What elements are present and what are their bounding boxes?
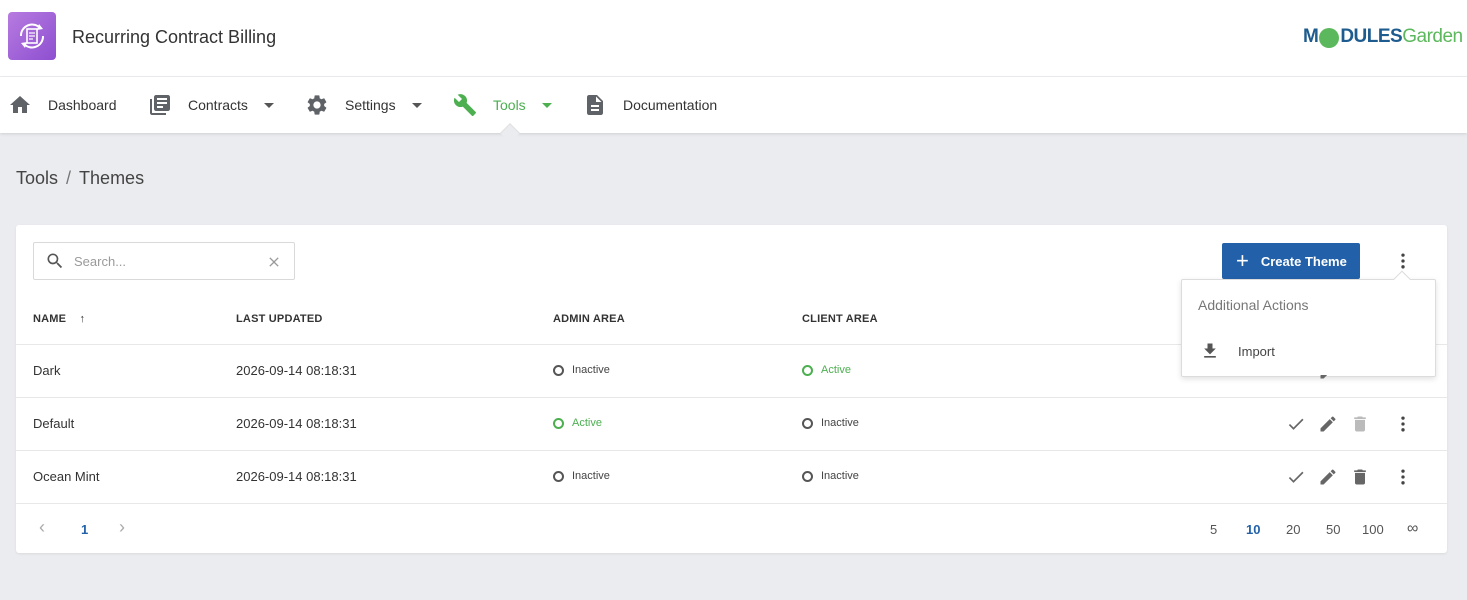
breadcrumb-current: Themes xyxy=(79,168,145,188)
gear-icon xyxy=(305,93,329,117)
client-area-status: Inactive xyxy=(802,417,859,429)
nav-contracts-label: Contracts xyxy=(188,97,248,113)
app-header: Recurring Contract Billing M DULES Garde… xyxy=(0,0,1467,77)
last-updated: 2026-09-14 08:18:31 xyxy=(236,416,357,431)
status-text: Active xyxy=(821,364,851,376)
status-circle-icon xyxy=(802,417,813,429)
search-input[interactable] xyxy=(74,253,254,269)
nav-contracts[interactable]: Contracts xyxy=(148,77,274,133)
import-label: Import xyxy=(1238,343,1275,359)
search-icon xyxy=(47,253,63,269)
page-size-5[interactable]: 5 xyxy=(1210,522,1217,537)
chevron-down-icon xyxy=(411,102,422,108)
pagination-bar: ‹ 1 › 5 10 20 50 100 ∞ xyxy=(16,503,1447,553)
brand-text-dules: DULES xyxy=(1340,26,1403,47)
status-circle-icon xyxy=(802,364,813,376)
sort-ascending-icon: ↑ xyxy=(79,313,86,325)
nav-tools-label: Tools xyxy=(493,97,526,113)
status-text: Inactive xyxy=(821,470,859,482)
status-text: Inactive xyxy=(572,364,610,376)
activate-check-icon[interactable] xyxy=(1286,414,1306,434)
more-actions-icon[interactable] xyxy=(1393,251,1413,271)
status-circle-icon xyxy=(553,470,564,482)
activate-check-icon[interactable] xyxy=(1286,467,1306,487)
edit-pencil-icon[interactable] xyxy=(1318,414,1338,434)
nav-settings-label: Settings xyxy=(345,97,396,113)
app-title: Recurring Contract Billing xyxy=(72,27,277,47)
page-size-50[interactable]: 50 xyxy=(1326,522,1340,537)
column-header-name-label: NAME xyxy=(33,313,67,325)
page-size-100[interactable]: 100 xyxy=(1362,522,1384,537)
last-updated: 2026-09-14 08:18:31 xyxy=(236,363,357,378)
status-text: Inactive xyxy=(572,470,610,482)
delete-trash-icon[interactable] xyxy=(1350,414,1370,434)
last-updated: 2026-09-14 08:18:31 xyxy=(236,469,357,484)
column-header-name[interactable]: NAME ↑ xyxy=(33,313,85,325)
clear-search-icon[interactable] xyxy=(266,254,282,270)
column-header-client-area[interactable]: CLIENT AREA xyxy=(802,313,878,325)
contracts-icon xyxy=(148,93,172,117)
client-area-status: Inactive xyxy=(802,470,859,482)
table-row: Default 2026-09-14 08:18:31 Active Inact… xyxy=(16,397,1447,450)
brand-letter: M xyxy=(1303,26,1319,47)
next-page-icon[interactable]: › xyxy=(119,517,125,538)
main-nav: Dashboard Contracts Settings Tools Docum… xyxy=(0,77,1467,133)
nav-documentation-label: Documentation xyxy=(623,97,718,113)
themes-card: + Create Theme NAME ↑ LAST UPDATED ADMIN… xyxy=(16,225,1447,553)
page-size-all[interactable]: ∞ xyxy=(1407,520,1418,538)
prev-page-icon[interactable]: ‹ xyxy=(39,517,45,538)
page-size-20[interactable]: 20 xyxy=(1286,522,1300,537)
import-menu-item[interactable]: Import xyxy=(1182,336,1435,366)
brand-globe-icon xyxy=(1319,28,1340,48)
status-circle-icon xyxy=(553,417,564,429)
column-header-admin-area[interactable]: ADMIN AREA xyxy=(553,313,625,325)
status-text: Inactive xyxy=(821,417,859,429)
theme-name: Default xyxy=(33,416,75,431)
admin-area-status: Inactive xyxy=(553,364,610,376)
chevron-down-icon xyxy=(263,102,274,108)
page-size-10[interactable]: 10 xyxy=(1246,522,1260,537)
nav-settings[interactable]: Settings xyxy=(305,77,422,133)
breadcrumb-separator: / xyxy=(66,168,72,188)
app-logo-icon xyxy=(8,12,56,60)
search-box xyxy=(33,242,295,280)
document-icon xyxy=(583,93,607,117)
wrench-icon xyxy=(453,93,477,117)
additional-actions-dropdown: Additional Actions Import xyxy=(1181,270,1436,377)
modulesgarden-logo[interactable]: M DULES Garden xyxy=(1303,24,1463,50)
theme-name: Ocean Mint xyxy=(33,469,100,484)
table-row: Ocean Mint 2026-09-14 08:18:31 Inactive … xyxy=(16,450,1447,503)
client-area-status: Active xyxy=(802,364,851,376)
status-circle-icon xyxy=(802,470,813,482)
dropdown-title: Additional Actions xyxy=(1198,297,1309,313)
column-header-last-updated[interactable]: LAST UPDATED xyxy=(236,313,323,325)
create-theme-button[interactable]: + Create Theme xyxy=(1222,243,1360,279)
download-icon xyxy=(1204,343,1216,358)
brand-text-garden: Garden xyxy=(1402,26,1463,47)
home-icon xyxy=(8,93,32,117)
create-theme-label: Create Theme xyxy=(1260,253,1347,269)
nav-documentation[interactable]: Documentation xyxy=(583,77,717,133)
chevron-down-icon xyxy=(541,102,552,108)
status-text: Active xyxy=(572,417,602,429)
admin-area-status: Inactive xyxy=(553,470,610,482)
nav-dashboard-label: Dashboard xyxy=(48,97,117,113)
breadcrumb: Tools / Themes xyxy=(16,168,144,189)
nav-dashboard[interactable]: Dashboard xyxy=(8,77,117,133)
status-circle-icon xyxy=(553,364,564,376)
page-number-current[interactable]: 1 xyxy=(81,522,88,537)
row-more-icon[interactable] xyxy=(1393,414,1413,434)
breadcrumb-parent[interactable]: Tools xyxy=(16,168,58,189)
theme-name: Dark xyxy=(33,363,61,378)
row-more-icon[interactable] xyxy=(1393,467,1413,487)
admin-area-status: Active xyxy=(553,417,602,429)
edit-pencil-icon[interactable] xyxy=(1318,467,1338,487)
nav-tools[interactable]: Tools xyxy=(453,77,552,133)
plus-icon: + xyxy=(1236,248,1249,273)
delete-trash-icon[interactable] xyxy=(1350,467,1370,487)
